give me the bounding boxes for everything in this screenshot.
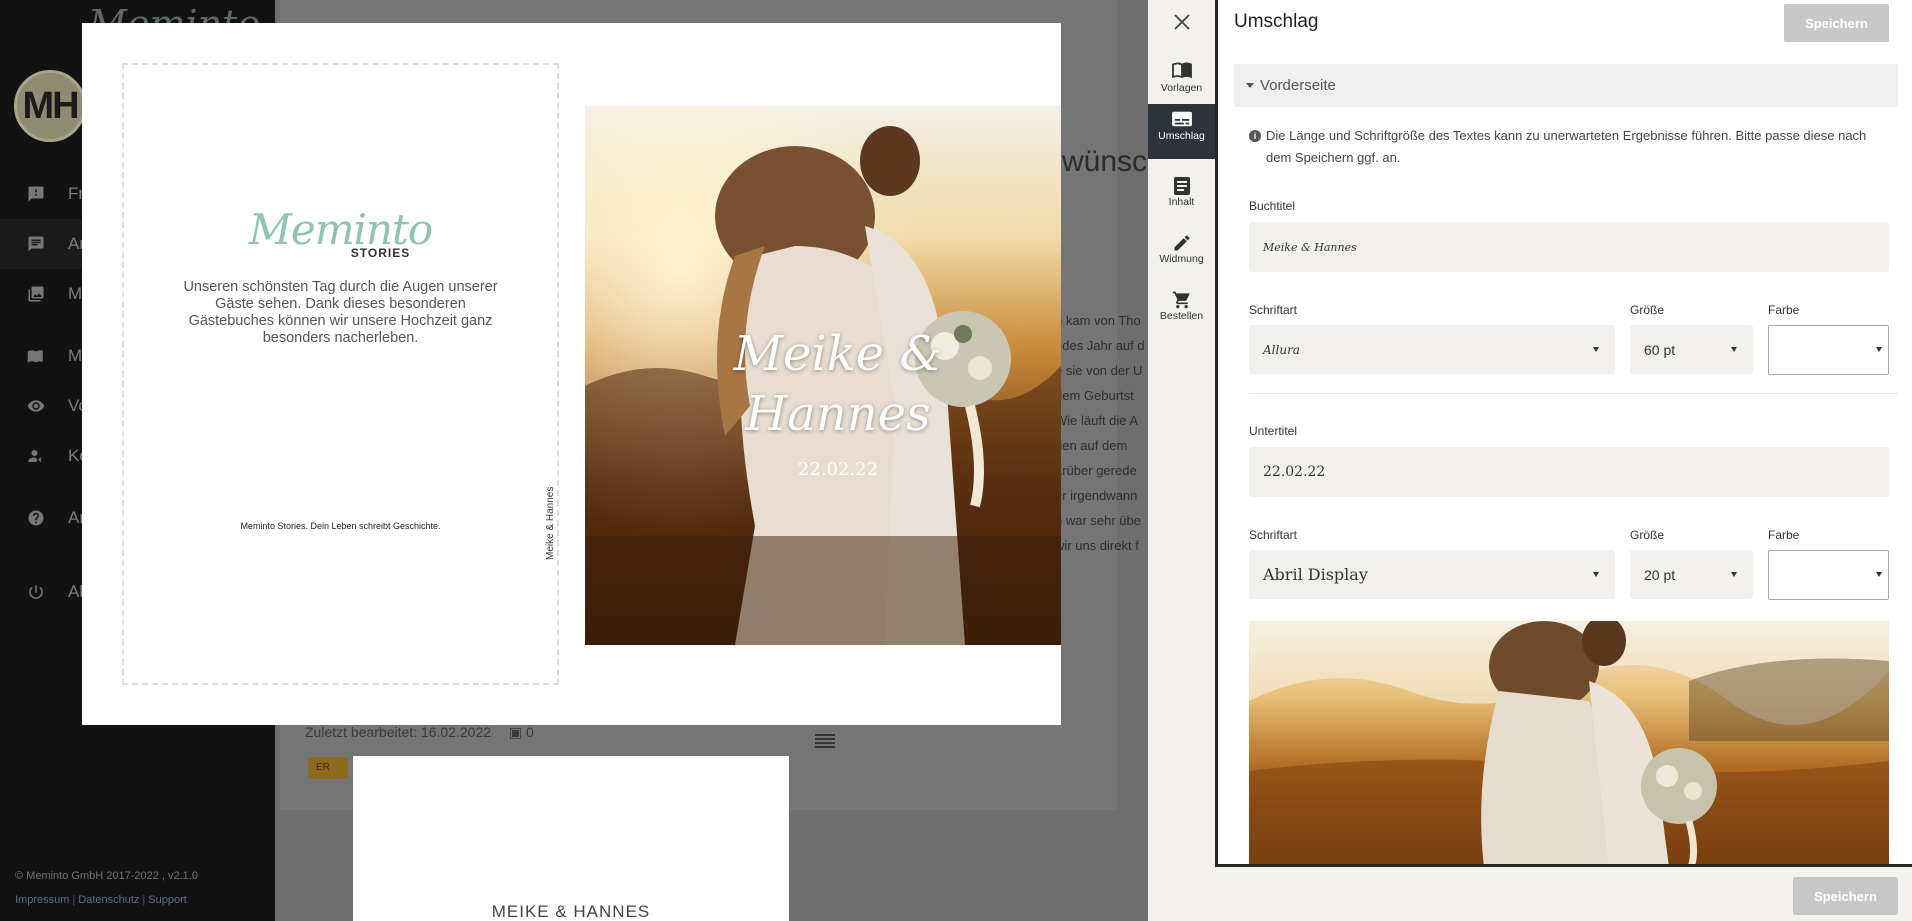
footer-links: Impressum | Datenschutz | Support: [15, 894, 187, 906]
subtitle-color-label: Farbe: [1768, 528, 1800, 542]
spine-text: Meike & Hannes: [545, 486, 556, 560]
contacts-icon: [26, 446, 46, 466]
save-button-bottom[interactable]: Speichern: [1793, 877, 1898, 915]
close-button[interactable]: [1168, 8, 1196, 36]
panel-title: Umschlag: [1234, 11, 1319, 32]
cover-editor: Vorlagen Umschlag Inhalt Widmung Bestell…: [1148, 0, 1912, 921]
image-count-icon: ▣: [508, 724, 523, 740]
cover-image-thumbnail[interactable]: [1249, 621, 1889, 864]
title-size-label: Größe: [1630, 303, 1665, 317]
book-title-input[interactable]: Meike & Hannes: [1249, 222, 1889, 272]
title-size-select[interactable]: 60 pt: [1630, 325, 1753, 374]
last-edited-text: Zuletzt bearbeitet: 16.02.2022: [305, 724, 492, 740]
section-divider: [1249, 393, 1898, 394]
tool-umschlag[interactable]: Umschlag: [1148, 104, 1215, 159]
question-feedback-icon: [26, 184, 46, 204]
title-font-label: Schriftart: [1249, 303, 1298, 317]
subtitles-icon: [1171, 111, 1192, 127]
dropdown-arrow-icon: [1876, 572, 1882, 577]
subtitle-input[interactable]: 22.02.22: [1249, 447, 1889, 497]
close-icon: [1174, 14, 1190, 30]
section-vorderseite-toggle[interactable]: Vorderseite: [1234, 64, 1898, 107]
eye-icon: [26, 396, 46, 416]
image-icon: [26, 284, 46, 304]
subtitle-color-picker[interactable]: [1768, 550, 1889, 600]
subtitle-font-label: Schriftart: [1249, 528, 1298, 542]
brand-logo: Meminto STORIES: [124, 205, 557, 260]
impressum-link[interactable]: Impressum: [15, 894, 69, 906]
editor-toolbar: Vorlagen Umschlag Inhalt Widmung Bestell…: [1148, 0, 1215, 921]
tool-widmung[interactable]: Widmung: [1148, 227, 1215, 282]
cover-image: [1249, 621, 1889, 864]
user-avatar[interactable]: MH: [14, 70, 86, 142]
book-icon: [26, 346, 46, 366]
last-edited-info: Zuletzt bearbeitet: 16.02.2022 ▣ 0: [305, 724, 534, 741]
pencil-icon: [1174, 235, 1189, 251]
tool-inhalt[interactable]: Inhalt: [1148, 170, 1215, 225]
background-story-text: n kam von Tho edes Jahr auf d e sie von …: [1055, 313, 1145, 553]
title-color-label: Farbe: [1768, 303, 1800, 317]
cover-subtitle: 22.02.22: [797, 459, 879, 480]
tool-bestellen[interactable]: Bestellen: [1148, 284, 1215, 339]
dropdown-arrow-icon: [1731, 346, 1737, 352]
support-link[interactable]: Support: [148, 894, 187, 906]
help-circle-icon: [26, 508, 46, 528]
status-badge: ER: [308, 757, 348, 779]
document-icon: [1173, 177, 1190, 195]
tool-vorlagen[interactable]: Vorlagen: [1148, 56, 1215, 111]
power-icon: [26, 582, 46, 602]
title-color-picker[interactable]: [1768, 325, 1889, 375]
back-cover: Meminto STORIES Unseren schönsten Tag du…: [122, 63, 559, 685]
subtitle-label: Untertitel: [1249, 424, 1298, 438]
caret-down-icon: [1246, 83, 1254, 88]
subtitle-size-select[interactable]: 20 pt: [1630, 550, 1753, 599]
subtitle-font-select[interactable]: Abril Display: [1249, 550, 1615, 599]
dropdown-arrow-icon: [1876, 347, 1882, 352]
book-title-label: Buchtitel: [1249, 199, 1296, 213]
dropdown-arrow-icon: [1593, 346, 1599, 352]
cover-form-panel: Umschlag Speichern Vorderseite i Die Län…: [1215, 0, 1912, 867]
menu-icon[interactable]: [815, 733, 835, 749]
back-cover-blurb: Unseren schönsten Tag durch die Augen un…: [183, 279, 498, 346]
dropdown-arrow-icon: [1731, 571, 1737, 577]
dropdown-arrow-icon: [1593, 571, 1599, 577]
info-icon: i: [1249, 130, 1261, 142]
title-font-select[interactable]: Allura: [1249, 325, 1615, 374]
subtitle-size-label: Größe: [1630, 528, 1665, 542]
save-button-top[interactable]: Speichern: [1784, 4, 1889, 42]
page2-title: MEIKE & HANNES: [491, 902, 651, 921]
cover-preview: Meminto STORIES Unseren schönsten Tag du…: [82, 23, 1061, 725]
image-count: 0: [526, 724, 534, 740]
book-open-icon: [1171, 62, 1192, 79]
back-cover-tagline: Meminto Stories. Dein Leben schreibt Ges…: [240, 521, 441, 531]
info-notice: i Die Länge und Schriftgröße des Textes …: [1249, 125, 1889, 169]
cover-title: Meike & Hannes: [733, 326, 943, 442]
copyright-text: © Meminto GmbH 2017-2022 , v2.1.0: [15, 870, 198, 882]
section-label: Vorderseite: [1260, 77, 1336, 94]
front-cover: Meike & Hannes 22.02.22: [585, 106, 1061, 645]
datenschutz-link[interactable]: Datenschutz: [78, 894, 139, 906]
chat-icon: [26, 234, 46, 254]
cart-icon: [1172, 291, 1190, 309]
background-book-page: MEIKE & HANNES: [353, 756, 789, 921]
